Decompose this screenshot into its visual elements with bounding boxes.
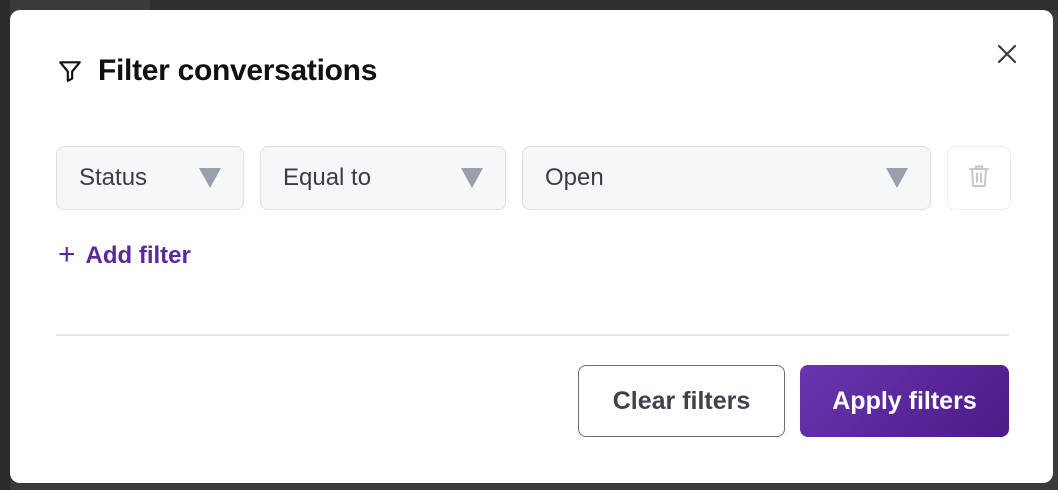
chevron-down-icon	[886, 168, 908, 188]
close-icon	[997, 44, 1017, 69]
operator-select[interactable]: Equal to	[260, 146, 506, 210]
add-filter-label: Add filter	[85, 242, 191, 269]
chevron-down-icon	[199, 168, 221, 188]
attribute-select-value: Status	[79, 164, 148, 191]
clear-filters-button[interactable]: Clear filters	[578, 365, 785, 437]
backdrop-top	[150, 0, 1058, 10]
value-select-value: Open	[545, 164, 604, 191]
filter-modal: Filter conversations Status Equal to Ope…	[10, 10, 1053, 483]
modal-header: Filter conversations	[56, 54, 377, 88]
footer-divider	[56, 334, 1009, 336]
filter-row: Status Equal to Open	[56, 146, 1011, 210]
filter-icon	[56, 57, 84, 85]
operator-select-value: Equal to	[283, 164, 372, 191]
apply-filters-button[interactable]: Apply filters	[800, 365, 1009, 437]
close-button[interactable]	[991, 40, 1023, 72]
chevron-down-icon	[461, 168, 483, 188]
modal-footer: Clear filters Apply filters	[578, 365, 1009, 437]
delete-filter-button[interactable]	[947, 146, 1011, 210]
value-select[interactable]: Open	[522, 146, 931, 210]
modal-title: Filter conversations	[98, 54, 378, 87]
add-filter-button[interactable]: + Add filter	[58, 238, 191, 271]
trash-icon	[967, 163, 991, 194]
backdrop-left	[0, 0, 10, 490]
plus-icon: +	[58, 238, 76, 271]
attribute-select[interactable]: Status	[56, 146, 244, 210]
